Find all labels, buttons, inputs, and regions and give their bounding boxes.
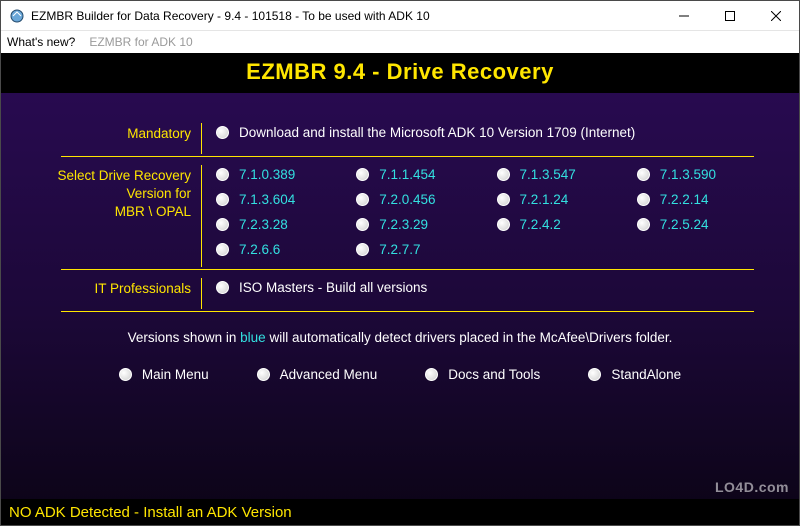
label-versions-l3: MBR \ OPAL bbox=[115, 204, 191, 219]
radio-icon bbox=[637, 168, 650, 181]
content: Mandatory Download and install the Micro… bbox=[1, 93, 799, 499]
client-area: EZMBR 9.4 - Drive Recovery Mandatory Dow… bbox=[1, 53, 799, 525]
radio-icon bbox=[257, 368, 270, 381]
label-it-pro: IT Professionals bbox=[21, 278, 201, 298]
banner-title: EZMBR 9.4 - Drive Recovery bbox=[1, 53, 799, 93]
version-label: 7.2.0.456 bbox=[379, 192, 435, 207]
version-option[interactable]: 7.2.1.24 bbox=[497, 192, 629, 207]
divider bbox=[61, 269, 754, 270]
radio-icon bbox=[588, 368, 601, 381]
option-download-adk[interactable]: Download and install the Microsoft ADK 1… bbox=[216, 125, 779, 140]
version-label: 7.1.0.389 bbox=[239, 167, 295, 182]
window-title: EZMBR Builder for Data Recovery - 9.4 - … bbox=[31, 9, 661, 23]
version-label: 7.2.2.14 bbox=[660, 192, 709, 207]
version-label: 7.2.1.24 bbox=[520, 192, 569, 207]
version-option[interactable]: 7.2.2.14 bbox=[637, 192, 769, 207]
option-docs-tools[interactable]: Docs and Tools bbox=[425, 367, 540, 382]
version-option[interactable]: 7.1.1.454 bbox=[356, 167, 488, 182]
radio-icon bbox=[356, 193, 369, 206]
radio-icon bbox=[216, 168, 229, 181]
divider bbox=[61, 156, 754, 157]
version-label: 7.1.3.604 bbox=[239, 192, 295, 207]
app-icon bbox=[9, 8, 25, 24]
label-versions-l1: Select Drive Recovery bbox=[57, 168, 191, 183]
radio-icon bbox=[637, 218, 650, 231]
radio-icon bbox=[425, 368, 438, 381]
radio-icon bbox=[216, 281, 229, 294]
close-button[interactable] bbox=[753, 1, 799, 30]
note-suffix: will automatically detect drivers placed… bbox=[266, 330, 673, 345]
version-option[interactable]: 7.1.3.604 bbox=[216, 192, 348, 207]
minimize-button[interactable] bbox=[661, 1, 707, 30]
version-label: 7.1.3.590 bbox=[660, 167, 716, 182]
version-label: 7.2.5.24 bbox=[660, 217, 709, 232]
auto-detect-note: Versions shown in blue will automaticall… bbox=[21, 330, 779, 345]
row-versions: Select Drive Recovery Version for MBR \ … bbox=[21, 165, 779, 267]
option-standalone[interactable]: StandAlone bbox=[588, 367, 681, 382]
version-label: 7.2.4.2 bbox=[520, 217, 561, 232]
version-label: 7.2.7.7 bbox=[379, 242, 420, 257]
row-mandatory: Mandatory Download and install the Micro… bbox=[21, 123, 779, 154]
version-grid: 7.1.0.389 7.1.1.454 7.1.3.547 7.1.3.590 … bbox=[216, 167, 779, 257]
version-label: 7.2.3.28 bbox=[239, 217, 288, 232]
option-iso-masters-label: ISO Masters - Build all versions bbox=[239, 280, 427, 295]
version-option[interactable]: 7.2.0.456 bbox=[356, 192, 488, 207]
statusbar: NO ADK Detected - Install an ADK Version bbox=[1, 499, 799, 525]
status-text: NO ADK Detected - Install an ADK Version bbox=[9, 504, 292, 521]
note-prefix: Versions shown in bbox=[128, 330, 241, 345]
body-mandatory: Download and install the Microsoft ADK 1… bbox=[201, 123, 779, 154]
radio-icon bbox=[497, 218, 510, 231]
body-it-pro: ISO Masters - Build all versions bbox=[201, 278, 779, 309]
radio-icon bbox=[497, 168, 510, 181]
option-iso-masters[interactable]: ISO Masters - Build all versions bbox=[216, 280, 779, 295]
version-option[interactable]: 7.2.7.7 bbox=[356, 242, 488, 257]
radio-icon bbox=[216, 193, 229, 206]
label-mandatory: Mandatory bbox=[21, 123, 201, 143]
body-versions: 7.1.0.389 7.1.1.454 7.1.3.547 7.1.3.590 … bbox=[201, 165, 779, 267]
version-label: 7.1.3.547 bbox=[520, 167, 576, 182]
version-option[interactable]: 7.2.5.24 bbox=[637, 217, 769, 232]
titlebar: EZMBR Builder for Data Recovery - 9.4 - … bbox=[1, 1, 799, 31]
version-label: 7.2.3.29 bbox=[379, 217, 428, 232]
version-option[interactable]: 7.1.3.590 bbox=[637, 167, 769, 182]
option-advanced-menu-label: Advanced Menu bbox=[280, 367, 378, 382]
version-label: 7.1.1.454 bbox=[379, 167, 435, 182]
version-option[interactable]: 7.2.6.6 bbox=[216, 242, 348, 257]
radio-icon bbox=[356, 168, 369, 181]
menubar: What's new? EZMBR for ADK 10 bbox=[1, 31, 799, 53]
radio-icon bbox=[356, 218, 369, 231]
option-standalone-label: StandAlone bbox=[611, 367, 681, 382]
radio-icon bbox=[497, 193, 510, 206]
version-label: 7.2.6.6 bbox=[239, 242, 280, 257]
row-it-pro: IT Professionals ISO Masters - Build all… bbox=[21, 278, 779, 309]
option-advanced-menu[interactable]: Advanced Menu bbox=[257, 367, 378, 382]
divider bbox=[61, 311, 754, 312]
maximize-button[interactable] bbox=[707, 1, 753, 30]
option-main-menu[interactable]: Main Menu bbox=[119, 367, 209, 382]
note-blue-word: blue bbox=[240, 330, 266, 345]
radio-icon bbox=[637, 193, 650, 206]
label-versions: Select Drive Recovery Version for MBR \ … bbox=[21, 165, 201, 222]
version-option[interactable]: 7.2.3.28 bbox=[216, 217, 348, 232]
version-option[interactable]: 7.2.3.29 bbox=[356, 217, 488, 232]
bottom-options: Main Menu Advanced Menu Docs and Tools S… bbox=[21, 367, 779, 382]
radio-icon bbox=[356, 243, 369, 256]
menu-ezmbr-adk[interactable]: EZMBR for ADK 10 bbox=[89, 35, 192, 49]
version-option[interactable]: 7.1.3.547 bbox=[497, 167, 629, 182]
radio-icon bbox=[119, 368, 132, 381]
version-option[interactable]: 7.1.0.389 bbox=[216, 167, 348, 182]
radio-icon bbox=[216, 218, 229, 231]
radio-icon bbox=[216, 126, 229, 139]
radio-icon bbox=[216, 243, 229, 256]
version-option[interactable]: 7.2.4.2 bbox=[497, 217, 629, 232]
option-docs-tools-label: Docs and Tools bbox=[448, 367, 540, 382]
menu-whats-new[interactable]: What's new? bbox=[7, 35, 75, 49]
label-versions-l2: Version for bbox=[126, 186, 191, 201]
option-main-menu-label: Main Menu bbox=[142, 367, 209, 382]
option-download-adk-label: Download and install the Microsoft ADK 1… bbox=[239, 125, 635, 140]
app-window: EZMBR Builder for Data Recovery - 9.4 - … bbox=[0, 0, 800, 526]
window-controls bbox=[661, 1, 799, 30]
